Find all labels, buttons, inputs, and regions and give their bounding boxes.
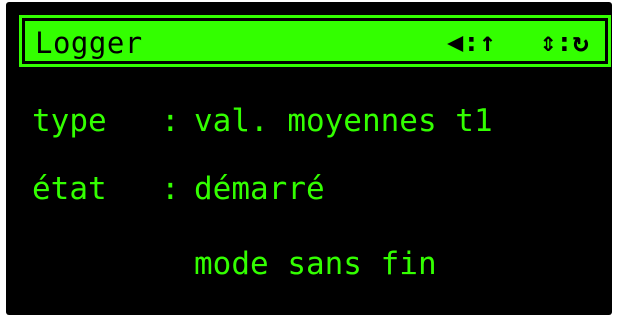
state-value: démarré: [194, 171, 325, 207]
nav-back-up-icon[interactable]: ◀:↑: [447, 25, 496, 61]
type-label: type: [32, 103, 107, 139]
lcd-screen: Logger ◀:↑ ⇕:↻ type : val. moyennes t1 é…: [6, 2, 612, 315]
screen-title: Logger: [35, 26, 143, 60]
state-label: état: [32, 171, 107, 207]
mode-value: mode sans fin: [194, 246, 437, 282]
state-separator: :: [161, 171, 180, 207]
scroll-refresh-icon[interactable]: ⇕:↻: [540, 25, 589, 61]
header-bar: Logger ◀:↑ ⇕:↻: [19, 15, 611, 67]
type-value: val. moyennes t1: [194, 103, 493, 139]
type-separator: :: [161, 103, 180, 139]
